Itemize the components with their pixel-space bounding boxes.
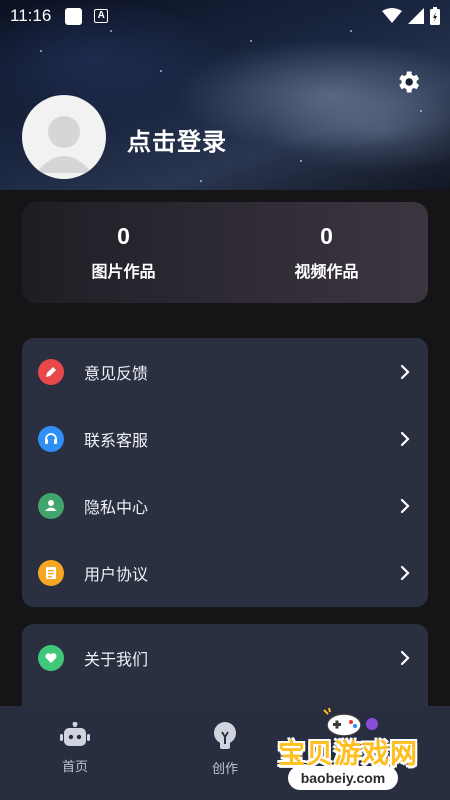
stat-value: 0 — [117, 223, 130, 249]
stat-label: 视频作品 — [294, 264, 359, 281]
menu-item-label: 用户协议 — [84, 566, 149, 584]
menu-item-label: 意见反馈 — [84, 365, 149, 383]
document-icon — [38, 559, 64, 586]
stat-value: 0 — [320, 223, 333, 249]
battery-icon — [430, 7, 440, 25]
chevron-right-icon — [400, 650, 410, 665]
menu-item-label: 关于我们 — [84, 651, 149, 669]
stat-video-works[interactable]: 0 视频作品 — [225, 202, 428, 303]
menu-item-label: 联系客服 — [84, 432, 149, 450]
a-notification-icon: A — [94, 9, 109, 23]
tab-home[interactable]: 首页 — [0, 706, 150, 800]
watermark-logo: 宝贝游戏网 baobeiy.com — [268, 708, 438, 796]
default-avatar-icon — [36, 116, 92, 173]
chevron-right-icon — [400, 431, 410, 446]
menu-card-main: 意见反馈 联系客服 隐私中心 用户协议 — [22, 338, 428, 607]
status-time: 11:16 — [10, 6, 52, 25]
gear-icon[interactable] — [394, 68, 422, 96]
avatar[interactable] — [22, 95, 106, 179]
heart-icon — [38, 644, 64, 671]
status-bar: 11:16 A — [0, 0, 450, 32]
stat-image-works[interactable]: 0 图片作品 — [22, 202, 225, 303]
bulb-icon — [214, 722, 236, 749]
works-stats-panel: 0 图片作品 0 视频作品 — [22, 202, 428, 303]
tab-label: 创作 — [211, 761, 238, 776]
chevron-right-icon — [400, 565, 410, 580]
menu-item-label: 隐私中心 — [84, 499, 149, 517]
chevron-right-icon — [400, 364, 410, 379]
notification-square-icon — [65, 7, 83, 25]
menu-item-user-agreement[interactable]: 用户协议 — [22, 539, 428, 606]
chevron-right-icon — [400, 498, 410, 513]
profile-screen: 11:16 A 点击登录 0 图片作品 0 视频作品 意见反馈 联系客服 隐私中… — [0, 0, 450, 800]
headset-icon — [38, 425, 64, 452]
shield-user-icon — [38, 492, 64, 519]
menu-item-customer-service[interactable]: 联系客服 — [22, 405, 428, 472]
menu-item-privacy[interactable]: 隐私中心 — [22, 472, 428, 539]
watermark-domain: baobeiy.com — [288, 766, 398, 790]
robot-icon — [60, 722, 90, 746]
menu-item-feedback[interactable]: 意见反馈 — [22, 338, 428, 405]
tab-label: 首页 — [61, 759, 88, 774]
stat-label: 图片作品 — [91, 264, 156, 281]
signal-icon — [408, 8, 424, 24]
pencil-icon — [38, 358, 64, 385]
login-link[interactable]: 点击登录 — [127, 122, 227, 157]
menu-item-about-us[interactable]: 关于我们 — [22, 624, 428, 691]
wifi-icon — [382, 8, 402, 23]
